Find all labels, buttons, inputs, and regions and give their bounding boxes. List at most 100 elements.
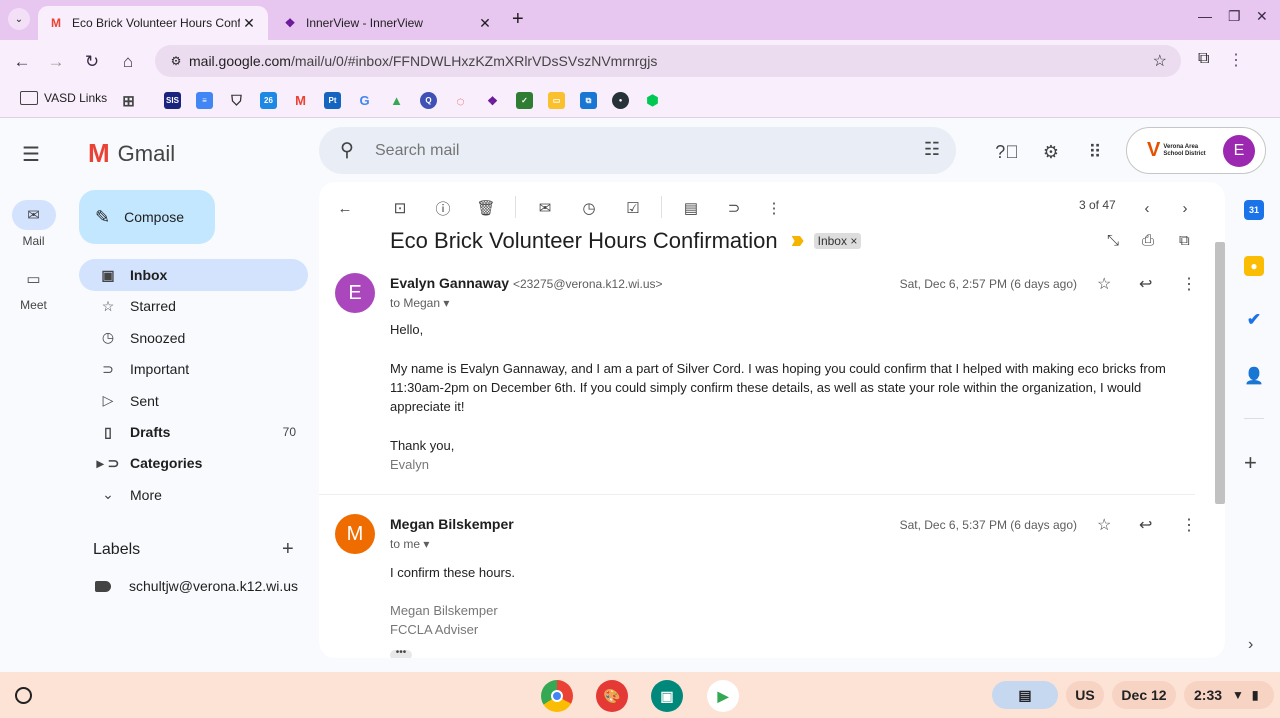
avatar[interactable]: M <box>335 514 375 554</box>
contacts-icon[interactable]: 👤 <box>1244 366 1264 386</box>
date-indicator[interactable]: Dec 12 <box>1112 681 1176 709</box>
ring-bookmark-icon[interactable]: ◌ <box>452 92 469 109</box>
classroom-app-icon[interactable]: ▣ <box>651 680 683 712</box>
star-icon[interactable]: ☆ <box>1097 515 1111 535</box>
snooze-icon[interactable]: ◷ <box>577 196 601 220</box>
google-apps-icon[interactable]: ⠿ <box>1083 140 1107 164</box>
nav-item-drafts[interactable]: ▯ Drafts 70 <box>79 416 308 448</box>
reply-icon[interactable]: ↩ <box>1139 274 1152 294</box>
archive-icon[interactable]: ⊡ <box>388 196 412 220</box>
holding-space-icon[interactable]: ▤ <box>992 681 1058 709</box>
pt-bookmark-icon[interactable]: Pt <box>324 92 341 109</box>
mark-unread-icon[interactable]: ✉ <box>533 196 557 220</box>
gmail-logo[interactable]: M Gmail <box>88 138 175 169</box>
rail-item-meet[interactable]: ▭ Meet <box>0 264 67 312</box>
rail-item-mail[interactable]: ✉ Mail <box>0 200 67 248</box>
sis-bookmark-icon[interactable]: SIS <box>164 92 181 109</box>
tab-gmail[interactable]: M Eco Brick Volunteer Hours Confirmation… <box>38 6 268 40</box>
nav-item-snoozed[interactable]: ◷ Snoozed <box>79 322 308 354</box>
reload-button[interactable]: ↻ <box>80 50 104 74</box>
input-method-indicator[interactable]: US <box>1066 681 1104 709</box>
move-to-icon[interactable]: ▤ <box>679 196 703 220</box>
nav-item-inbox[interactable]: ▣ Inbox <box>79 259 308 291</box>
plzw-bookmark-icon[interactable]: ● <box>612 92 629 109</box>
important-marker-icon[interactable] <box>791 236 804 246</box>
innerview-bookmark-icon[interactable]: ❖ <box>484 92 501 109</box>
reply-icon[interactable]: ↩ <box>1139 515 1152 535</box>
label-icon[interactable]: ⊃ <box>722 196 746 220</box>
search-options-icon[interactable]: ☷ <box>924 139 940 160</box>
create-label-button[interactable]: + <box>282 538 294 561</box>
nav-item-starred[interactable]: ☆ Starred <box>79 290 308 322</box>
help-icon[interactable]: ?⃝ <box>995 140 1019 164</box>
apps-grid-icon[interactable]: ⊞ <box>120 92 137 110</box>
gmail-bookmark-icon[interactable]: M <box>292 92 309 109</box>
recipient-dropdown[interactable]: to Megan ▾ <box>390 296 449 310</box>
back-button[interactable]: ← <box>10 50 34 74</box>
play-store-app-icon[interactable]: ▶ <box>707 680 739 712</box>
check-bookmark-icon[interactable]: ✓ <box>516 92 533 109</box>
search-icon[interactable]: ⚲ <box>319 139 375 162</box>
tab-innerview[interactable]: ❖ InnerView - InnerView ✕ <box>272 6 504 40</box>
get-addons-icon[interactable]: + <box>1244 450 1257 476</box>
slides-bookmark-icon[interactable]: ▭ <box>548 92 565 109</box>
system-tray[interactable]: 2:33 ▼ ▮ <box>1184 681 1274 709</box>
browser-menu-icon[interactable]: ⋮ <box>1228 50 1244 70</box>
label-item[interactable]: schultjw@verona.k12.wi.us <box>95 578 298 594</box>
avatar[interactable]: E <box>1223 135 1255 167</box>
nav-item-more[interactable]: ⌄ More <box>79 479 308 511</box>
shield-bookmark-icon[interactable]: ⛉ <box>228 92 245 109</box>
more-options-icon[interactable]: ⋮ <box>762 196 786 220</box>
keep-icon[interactable]: ● <box>1244 256 1264 276</box>
google-bookmark-icon[interactable]: G <box>356 92 373 109</box>
restore-button[interactable]: ❐ <box>1228 8 1241 25</box>
nav-item-important[interactable]: ⊃ Important <box>79 353 308 385</box>
address-bar[interactable]: ⚙ mail.google.com/mail/u/0/#inbox/FFNDWL… <box>155 45 1181 77</box>
avatar[interactable]: E <box>335 273 375 313</box>
chrome-app-icon[interactable] <box>541 680 573 712</box>
recipient-dropdown[interactable]: to me ▾ <box>390 537 429 551</box>
show-side-panel-icon[interactable]: › <box>1248 636 1253 654</box>
search-input[interactable] <box>375 141 895 160</box>
add-task-icon[interactable]: ☑ <box>621 196 645 220</box>
extensions-icon[interactable]: ⧉ <box>1198 50 1209 68</box>
scrollbar[interactable] <box>1215 242 1225 504</box>
forward-button[interactable]: → <box>44 50 68 74</box>
close-icon[interactable]: ✕ <box>240 15 258 32</box>
open-new-window-icon[interactable]: ⧉ <box>1179 232 1190 249</box>
tasks-icon[interactable]: ✔ <box>1244 310 1264 330</box>
back-to-inbox-icon[interactable]: ← <box>333 196 357 220</box>
collapse-all-icon[interactable]: ⤡ <box>1107 232 1119 249</box>
docs-bookmark-icon[interactable]: ≡ <box>196 92 213 109</box>
launcher-icon[interactable] <box>15 687 32 704</box>
bookmark-folder-vasd[interactable]: VASD Links <box>20 91 107 105</box>
main-menu-icon[interactable]: ☰ <box>22 142 40 167</box>
tab-search-button[interactable]: ⌄ <box>8 8 30 30</box>
nav-item-categories[interactable]: ▸ ⊃ Categories <box>79 447 308 479</box>
close-icon[interactable]: ✕ <box>476 15 494 32</box>
inbox-label-chip[interactable]: Inbox × <box>813 233 862 249</box>
drive-bookmark-icon[interactable]: ▲ <box>388 92 405 109</box>
older-chevron-icon[interactable]: › <box>1173 196 1197 220</box>
account-switcher[interactable]: V Verona Area School District E <box>1126 127 1266 174</box>
close-window-button[interactable]: ✕ <box>1256 8 1268 25</box>
settings-gear-icon[interactable]: ⚙ <box>1039 140 1063 164</box>
calendar-icon[interactable]: 31 <box>1244 200 1264 220</box>
compose-button[interactable]: ✎ Compose <box>79 190 215 244</box>
delete-icon[interactable]: 🗑 <box>474 196 498 220</box>
message-more-icon[interactable]: ⋮ <box>1181 515 1197 535</box>
new-tab-button[interactable]: + <box>512 9 524 29</box>
canvas-bookmark-icon[interactable]: ⧉ <box>580 92 597 109</box>
canvas-paint-app-icon[interactable]: 🎨 <box>596 680 628 712</box>
home-button[interactable]: ⌂ <box>116 50 140 74</box>
site-info-icon[interactable]: ⚙ <box>163 54 189 68</box>
minimize-button[interactable]: — <box>1198 8 1212 24</box>
message-more-icon[interactable]: ⋮ <box>1181 274 1197 294</box>
show-trimmed-content-button[interactable]: ••• <box>390 648 412 658</box>
star-icon[interactable]: ☆ <box>1097 274 1111 294</box>
calendar-bookmark-icon[interactable]: 26 <box>260 92 277 109</box>
newer-chevron-icon[interactable]: ‹ <box>1135 196 1159 220</box>
quizlet-bookmark-icon[interactable]: Q <box>420 92 437 109</box>
bookmark-star-icon[interactable]: ☆ <box>1153 51 1167 71</box>
report-spam-icon[interactable]: ⓘ <box>431 196 455 220</box>
